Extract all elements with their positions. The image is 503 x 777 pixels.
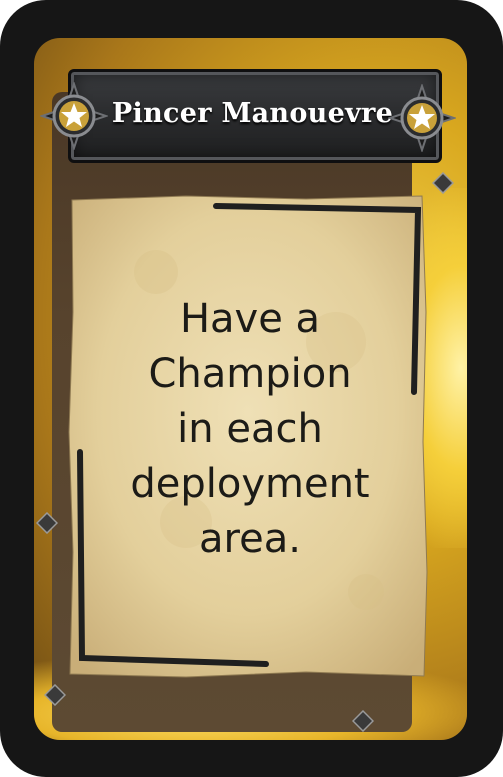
objective-line: Champion — [148, 351, 352, 397]
objective-text: Have a Champion in each deployment area. — [95, 292, 405, 567]
rivet-icon — [432, 172, 454, 194]
objective-line: Have a — [179, 296, 321, 342]
objective-line: deployment — [130, 461, 370, 507]
rivet-icon — [36, 512, 58, 534]
star-icon — [388, 84, 456, 152]
star-icon — [40, 82, 108, 150]
objective-line: in each — [177, 406, 323, 452]
card[interactable]: Pincer Manouevre Have a Champion in each… — [0, 0, 503, 777]
card-title: Pincer Manouevre — [111, 97, 394, 129]
objective-line: area. — [199, 516, 301, 562]
rivet-icon — [352, 710, 374, 732]
rivet-icon — [44, 684, 66, 706]
